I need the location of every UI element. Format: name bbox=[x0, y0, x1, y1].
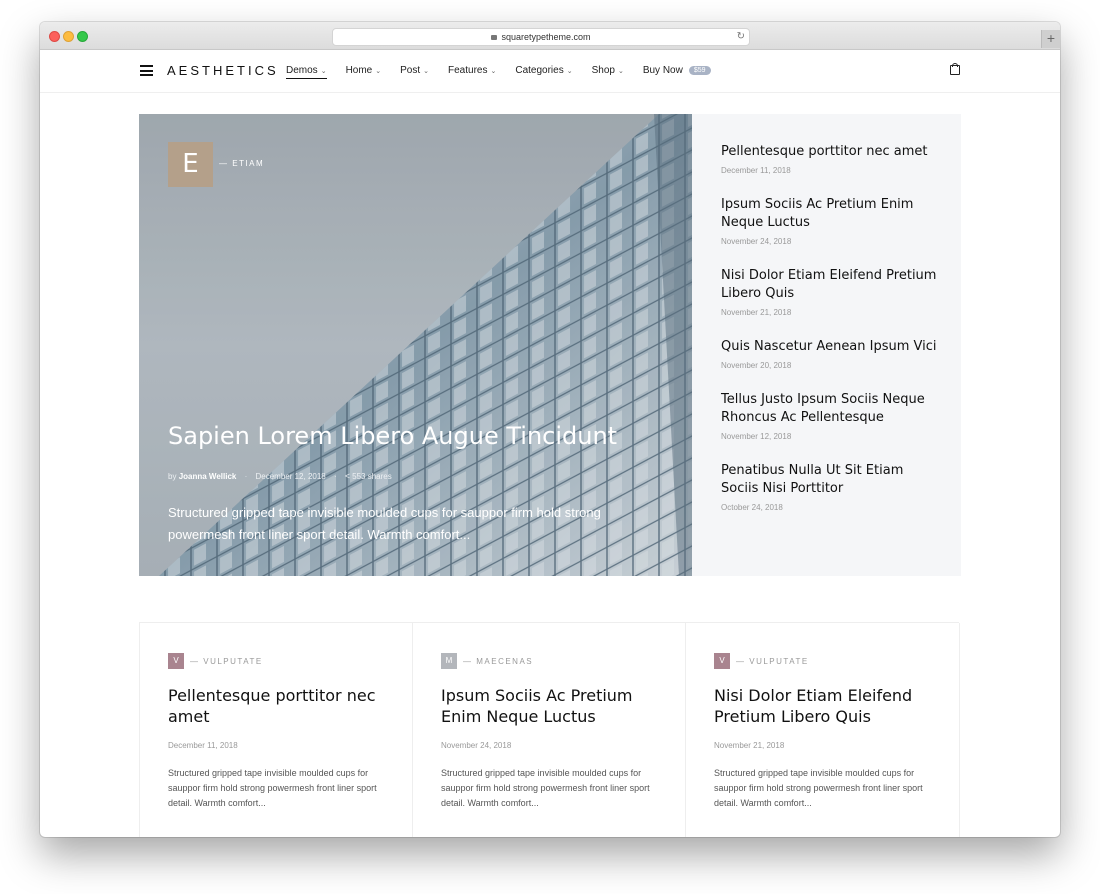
sidebar-post-title[interactable]: Ipsum Sociis Ac Pretium Enim Neque Luctu… bbox=[721, 196, 941, 232]
card-category-name: VULPUTATE bbox=[203, 656, 263, 666]
sidebar-post-date: December 11, 2018 bbox=[721, 166, 791, 175]
menu-item-label: Buy Now bbox=[642, 65, 683, 76]
sidebar-post[interactable]: Nisi Dolor Etiam Eleifend Pretium Libero… bbox=[721, 267, 941, 317]
menu-item-label: Home bbox=[345, 65, 373, 76]
sidebar-post[interactable]: Tellus Justo Ipsum Sociis Neque Rhoncus … bbox=[721, 391, 941, 441]
post-card[interactable]: M — MAECENAS Ipsum Sociis Ac Pretium Eni… bbox=[412, 623, 686, 837]
new-tab-button[interactable]: + bbox=[1041, 30, 1060, 48]
featured-post-excerpt: Structured gripped tape invisible moulde… bbox=[168, 505, 601, 542]
sidebar-post-date: November 12, 2018 bbox=[721, 432, 792, 441]
sidebar-post-title[interactable]: Penatibus Nulla Ut Sit Etiam Sociis Nisi… bbox=[721, 462, 941, 498]
category-label: ETIAM bbox=[232, 159, 265, 168]
meta-separator: · bbox=[333, 472, 337, 481]
reload-icon[interactable]: ↻ bbox=[737, 29, 745, 45]
sidebar-post[interactable]: Ipsum Sociis Ac Pretium Enim Neque Luctu… bbox=[721, 196, 941, 246]
author-link[interactable]: Joanna Wellick bbox=[179, 472, 237, 481]
menu-item-categories[interactable]: Categories ⌄ bbox=[515, 65, 572, 79]
by-label: by bbox=[168, 472, 177, 481]
sidebar-post[interactable]: Pellentesque porttitor nec amet December… bbox=[721, 143, 941, 175]
post-card[interactable]: V — VULPUTATE Nisi Dolor Etiam Eleifend … bbox=[685, 623, 960, 837]
featured-post-title[interactable]: Sapien Lorem Libero Augue Tincidunt bbox=[168, 422, 617, 450]
card-date: December 11, 2018 bbox=[168, 741, 238, 750]
minimize-window-button[interactable] bbox=[63, 31, 74, 42]
card-category-letter: V bbox=[714, 653, 730, 669]
price-badge: $59 bbox=[688, 66, 711, 75]
sidebar-post-date: November 21, 2018 bbox=[721, 308, 792, 317]
post-cards-row: V — VULPUTATE Pellentesque porttitor nec… bbox=[139, 622, 960, 837]
hamburger-menu-icon[interactable] bbox=[140, 65, 153, 76]
menu-item-demos[interactable]: Demos ⌄ bbox=[286, 65, 327, 79]
sidebar-post[interactable]: Penatibus Nulla Ut Sit Etiam Sociis Nisi… bbox=[721, 462, 941, 512]
sidebar-post-title[interactable]: Tellus Justo Ipsum Sociis Neque Rhoncus … bbox=[721, 391, 941, 427]
menu-item-shop[interactable]: Shop ⌄ bbox=[592, 65, 624, 79]
post-date: December 12, 2018 bbox=[255, 472, 326, 481]
chevron-down-icon: ⌄ bbox=[490, 68, 497, 75]
chevron-down-icon: ⌄ bbox=[320, 68, 327, 75]
card-category[interactable]: M — MAECENAS bbox=[441, 653, 533, 669]
sidebar-post-date: October 24, 2018 bbox=[721, 503, 783, 512]
close-window-button[interactable] bbox=[49, 31, 60, 42]
card-date: November 24, 2018 bbox=[441, 741, 512, 750]
category-link[interactable]: — ETIAM bbox=[219, 159, 264, 168]
post-card[interactable]: V — VULPUTATE Pellentesque porttitor nec… bbox=[139, 623, 413, 837]
url-text: squaretypetheme.com bbox=[501, 32, 591, 42]
chevron-down-icon: ⌄ bbox=[375, 68, 382, 75]
lock-icon bbox=[491, 35, 498, 40]
featured-post[interactable]: E — ETIAM Sapien Lorem Libero Augue Tinc… bbox=[139, 114, 692, 576]
card-category-label: — VULPUTATE bbox=[736, 656, 809, 666]
browser-titlebar: squaretypetheme.com ↻ + bbox=[40, 22, 1060, 50]
menu-item-label: Shop bbox=[591, 65, 615, 76]
menu-item-features[interactable]: Features ⌄ bbox=[448, 65, 496, 79]
sidebar-post-title[interactable]: Nisi Dolor Etiam Eleifend Pretium Libero… bbox=[721, 267, 941, 303]
site-header: AESTHETICS Demos ⌄ Home ⌄ Post ⌄ Features ⌄ … bbox=[40, 50, 1060, 93]
menu-item-post[interactable]: Post ⌄ bbox=[400, 65, 429, 79]
chevron-down-icon: ⌄ bbox=[566, 68, 573, 75]
sidebar-post-date: November 20, 2018 bbox=[721, 361, 792, 370]
menu-item-buy-now[interactable]: Buy Now $59 bbox=[643, 65, 711, 79]
chevron-down-icon: ⌄ bbox=[617, 68, 624, 75]
card-category[interactable]: V — VULPUTATE bbox=[168, 653, 263, 669]
category-letter-badge: E bbox=[168, 142, 213, 187]
card-date: November 21, 2018 bbox=[714, 741, 785, 750]
sidebar-post-title[interactable]: Pellentesque porttitor nec amet bbox=[721, 143, 941, 161]
share-icon[interactable]: < bbox=[345, 471, 350, 481]
menu-item-label: Features bbox=[448, 65, 488, 76]
card-title[interactable]: Nisi Dolor Etiam Eleifend Pretium Libero… bbox=[714, 685, 944, 727]
card-category-letter: M bbox=[441, 653, 457, 669]
card-category-label: — VULPUTATE bbox=[190, 656, 263, 666]
shopping-bag-icon[interactable] bbox=[950, 63, 960, 75]
card-category-letter: V bbox=[168, 653, 184, 669]
site-logo[interactable]: AESTHETICS bbox=[167, 63, 279, 78]
menu-item-label: Categories bbox=[515, 65, 564, 76]
address-bar[interactable]: squaretypetheme.com ↻ bbox=[332, 28, 750, 46]
chevron-down-icon: ⌄ bbox=[423, 68, 430, 75]
card-excerpt: Structured gripped tape invisible moulde… bbox=[714, 768, 923, 808]
share-count: 553 shares bbox=[352, 472, 392, 481]
card-category-name: MAECENAS bbox=[476, 656, 534, 666]
sidebar-post-date: November 24, 2018 bbox=[721, 237, 792, 246]
zoom-window-button[interactable] bbox=[77, 31, 88, 42]
browser-window: squaretypetheme.com ↻ + AESTHETICS Demos… bbox=[40, 22, 1060, 837]
card-category[interactable]: V — VULPUTATE bbox=[714, 653, 809, 669]
card-excerpt: Structured gripped tape invisible moulde… bbox=[441, 768, 650, 808]
menu-item-label: Demos bbox=[286, 65, 318, 76]
post-meta: by Joanna Wellick · December 12, 2018 · … bbox=[168, 471, 392, 481]
card-excerpt: Structured gripped tape invisible moulde… bbox=[168, 768, 377, 808]
sidebar-post-title[interactable]: Quis Nascetur Aenean Ipsum Vici bbox=[721, 338, 941, 356]
recent-posts-sidebar: Pellentesque porttitor nec amet December… bbox=[692, 114, 961, 576]
card-category-name: VULPUTATE bbox=[749, 656, 809, 666]
meta-separator: · bbox=[244, 472, 248, 481]
menu-item-label: Post bbox=[400, 65, 421, 76]
sidebar-post[interactable]: Quis Nascetur Aenean Ipsum Vici November… bbox=[721, 338, 941, 370]
menu-item-home[interactable]: Home ⌄ bbox=[346, 65, 382, 79]
main-menu: Demos ⌄ Home ⌄ Post ⌄ Features ⌄ Categories ⌄… bbox=[286, 65, 730, 79]
card-title[interactable]: Pellentesque porttitor nec amet bbox=[168, 685, 398, 727]
card-title[interactable]: Ipsum Sociis Ac Pretium Enim Neque Luctu… bbox=[441, 685, 671, 727]
card-category-label: — MAECENAS bbox=[463, 656, 534, 666]
